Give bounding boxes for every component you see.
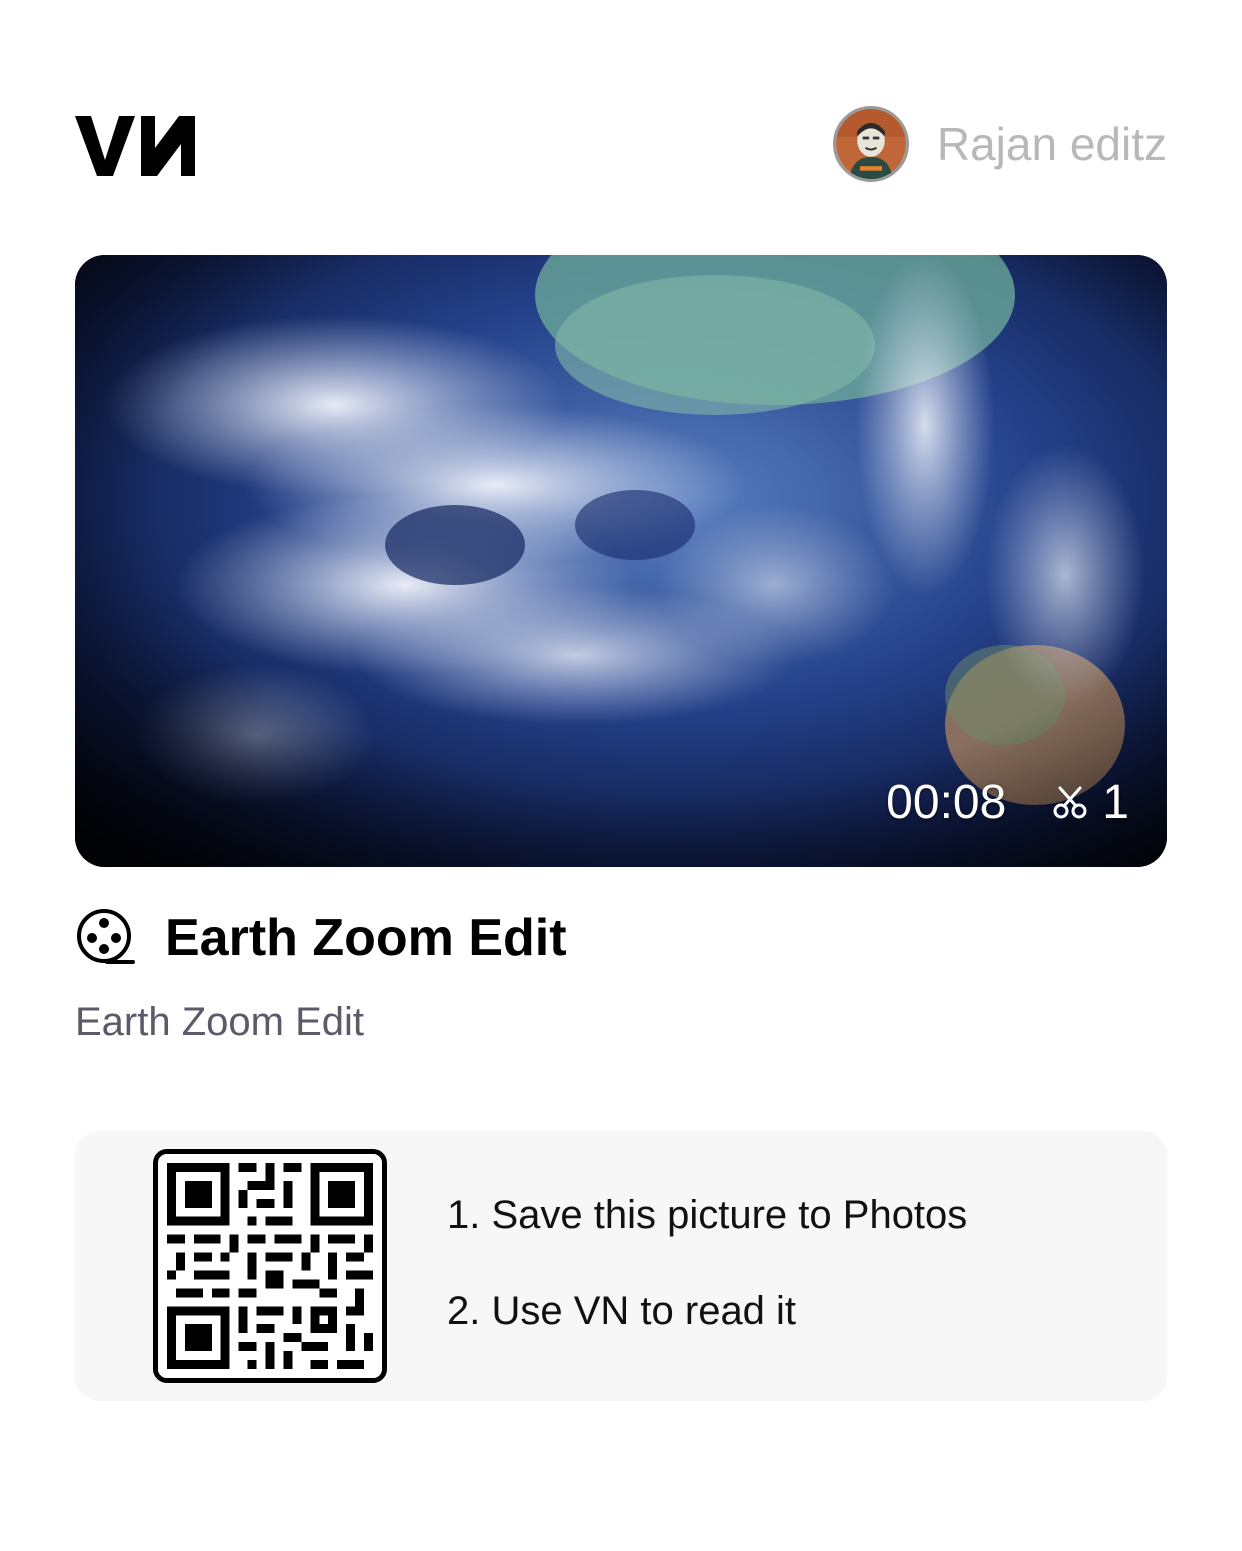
vn-logo bbox=[75, 116, 195, 176]
project-title: Earth Zoom Edit bbox=[165, 909, 567, 967]
clip-count: 1 bbox=[1102, 776, 1129, 829]
qr-instructions: 1. Save this picture to Photos 2. Use VN… bbox=[447, 1195, 967, 1331]
qr-code bbox=[153, 1149, 387, 1383]
film-reel-icon bbox=[77, 909, 135, 964]
video-preview[interactable]: 00:08 1 bbox=[75, 255, 1167, 867]
instruction-step: 1. Save this picture to Photos bbox=[447, 1193, 968, 1237]
user-profile[interactable]: Rajan editz bbox=[832, 104, 1167, 184]
video-duration: 00:08 bbox=[886, 776, 1007, 829]
avatar-icon[interactable] bbox=[832, 106, 909, 182]
project-description: Earth Zoom Edit bbox=[75, 1000, 365, 1044]
project-title-row: Earth Zoom Edit bbox=[75, 905, 567, 971]
qr-card: 1. Save this picture to Photos 2. Use VN… bbox=[75, 1131, 1167, 1401]
header: Rajan editz bbox=[75, 100, 1167, 190]
username[interactable]: Rajan editz bbox=[937, 121, 1167, 167]
scissors-icon bbox=[1053, 786, 1087, 819]
video-meta: 00:08 1 bbox=[886, 779, 1129, 827]
instruction-step: 2. Use VN to read it bbox=[447, 1289, 797, 1333]
